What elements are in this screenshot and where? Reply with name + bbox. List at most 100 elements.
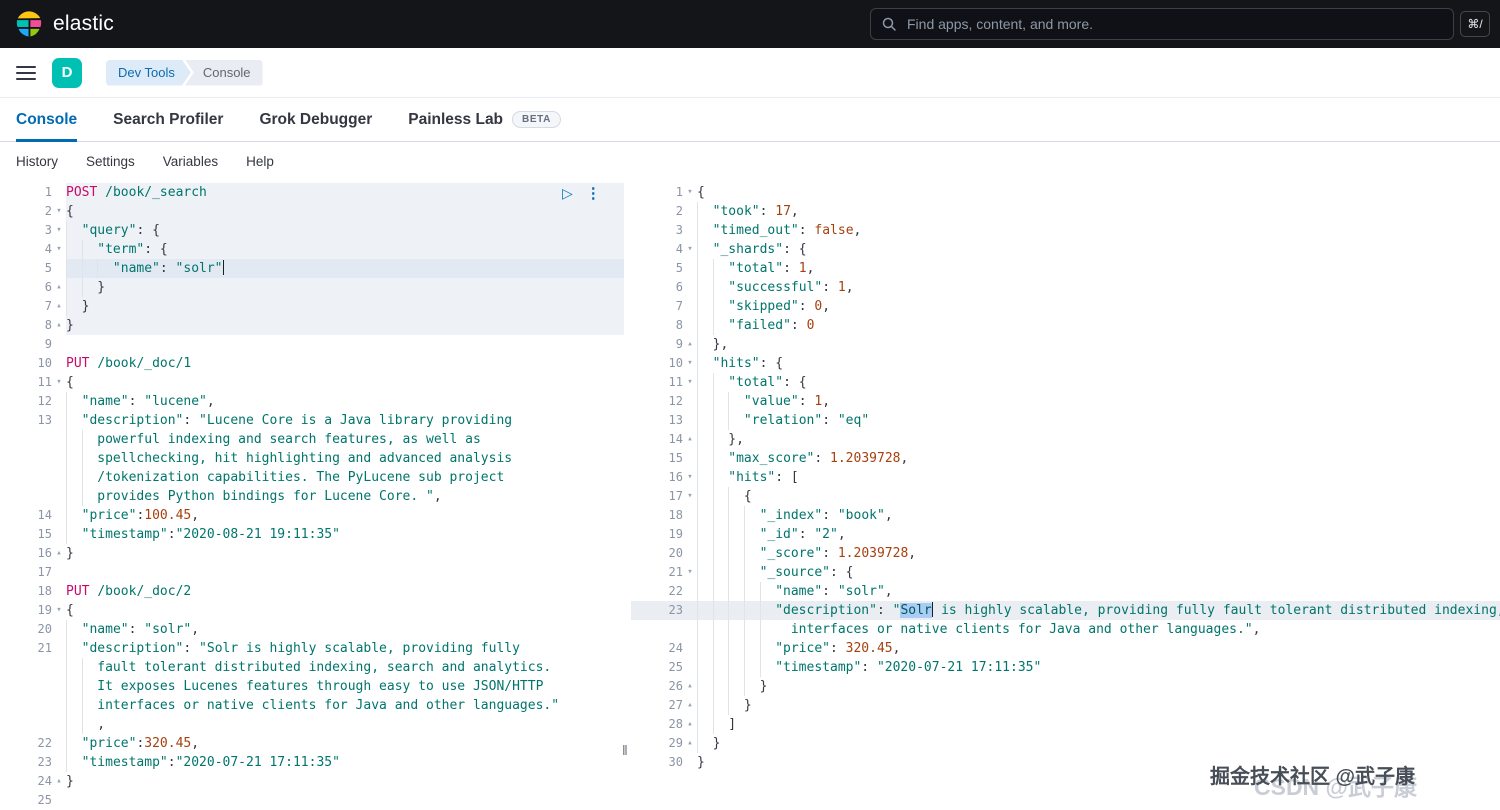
- code-text: {: [66, 601, 631, 620]
- tab-console[interactable]: Console: [16, 98, 77, 141]
- gutter-cell: 10▾: [631, 354, 697, 373]
- menu-icon[interactable]: [16, 66, 36, 80]
- split-drag-handle[interactable]: ‖: [622, 742, 628, 758]
- tab-painless-lab[interactable]: Painless Lab BETA: [408, 98, 561, 141]
- request-options-icon[interactable]: ⋮: [586, 184, 601, 202]
- send-request-icon[interactable]: ▷: [562, 185, 573, 202]
- gutter-cell: 14: [0, 506, 66, 525]
- fold-toggle-icon[interactable]: ▾: [52, 373, 66, 392]
- fold-toggle-icon[interactable]: ▴: [683, 430, 697, 449]
- line-number: 12: [669, 392, 683, 411]
- gutter-cell: 8▴: [0, 316, 66, 335]
- line-number: 1: [45, 183, 52, 202]
- indent-guide: [713, 544, 729, 563]
- tab-grok-debugger[interactable]: Grok Debugger: [259, 98, 372, 141]
- code-line: 12"name": "lucene",: [0, 392, 631, 411]
- indent-guide: [66, 297, 82, 316]
- indent-guide: [744, 544, 760, 563]
- search-input[interactable]: [905, 15, 1443, 33]
- fold-toggle-icon[interactable]: ▾: [683, 563, 697, 582]
- code-text: "term": {: [66, 240, 624, 259]
- fold-toggle-icon[interactable]: ▾: [683, 240, 697, 259]
- fold-toggle-icon[interactable]: ▾: [52, 240, 66, 259]
- gutter-cell: 23: [0, 753, 66, 772]
- gutter-cell: 22: [0, 734, 66, 753]
- indent-guide: [697, 240, 713, 259]
- menu-item-settings[interactable]: Settings: [86, 154, 135, 169]
- indent-guide: [697, 354, 713, 373]
- code-text: "took": 17,: [697, 202, 1500, 221]
- fold-toggle-icon[interactable]: ▾: [52, 221, 66, 240]
- menu-item-help[interactable]: Help: [246, 154, 274, 169]
- fold-toggle-icon[interactable]: ▾: [683, 468, 697, 487]
- gutter-cell: 21▾: [631, 563, 697, 582]
- code-text: }: [66, 544, 631, 563]
- fold-toggle-icon[interactable]: ▴: [52, 297, 66, 316]
- code-text: "successful": 1,: [697, 278, 1500, 297]
- response-editor[interactable]: 1▾{2"took": 17,3"timed_out": false,4▾"_s…: [631, 180, 1500, 810]
- fold-toggle-icon[interactable]: ▾: [683, 373, 697, 392]
- fold-toggle-icon[interactable]: ▾: [683, 354, 697, 373]
- fold-toggle-icon[interactable]: ▴: [683, 696, 697, 715]
- fold-toggle-icon[interactable]: ▾: [52, 601, 66, 620]
- tab-search-profiler[interactable]: Search Profiler: [113, 98, 223, 141]
- text-cursor: [223, 260, 225, 275]
- code-text: provides Python bindings for Lucene Core…: [66, 487, 631, 506]
- indent-guide: [728, 563, 744, 582]
- code-text: [66, 791, 631, 810]
- line-number: 6: [45, 278, 52, 297]
- code-text: "name": "solr",: [66, 620, 631, 639]
- code-token: :: [861, 660, 877, 675]
- indent-guide: [82, 468, 98, 487]
- indent-guide: [697, 715, 713, 734]
- line-number: 29: [669, 734, 683, 753]
- gutter-cell: 28▴: [631, 715, 697, 734]
- code-token: interfaces or native clients for Java an…: [97, 698, 559, 713]
- indent-guide: [728, 392, 744, 411]
- fold-toggle-icon[interactable]: ▾: [52, 202, 66, 221]
- code-line: 23"description": "Solr is highly scalabl…: [631, 601, 1500, 620]
- fold-toggle-icon[interactable]: ▴: [683, 734, 697, 753]
- request-editor[interactable]: 1POST /book/_search2▾{3▾"query": {4▾"ter…: [0, 180, 631, 810]
- line-number: 23: [38, 753, 52, 772]
- menu-item-variables[interactable]: Variables: [163, 154, 218, 169]
- code-token: :: [129, 622, 145, 637]
- fold-toggle-icon[interactable]: ▴: [683, 677, 697, 696]
- global-search-box[interactable]: [870, 8, 1454, 40]
- code-token: false: [814, 223, 853, 238]
- breadcrumb-dev-tools[interactable]: Dev Tools: [106, 60, 191, 86]
- indent-guide: [82, 240, 98, 259]
- indent-guide: [713, 525, 729, 544]
- fold-toggle-icon[interactable]: ▴: [52, 316, 66, 335]
- space-avatar[interactable]: D: [52, 58, 82, 88]
- fold-toggle-icon[interactable]: ▴: [683, 335, 697, 354]
- fold-toggle-icon[interactable]: ▴: [52, 772, 66, 791]
- gutter-cell: 14▴: [631, 430, 697, 449]
- fold-toggle-icon[interactable]: ▾: [683, 183, 697, 202]
- menu-item-history[interactable]: History: [16, 154, 58, 169]
- line-number: 18: [669, 506, 683, 525]
- indent-guide: [713, 278, 729, 297]
- line-number: 25: [38, 791, 52, 810]
- breadcrumb-console[interactable]: Console: [185, 60, 263, 86]
- code-token: "name": [113, 261, 160, 276]
- elastic-logo[interactable]: elastic: [14, 9, 114, 39]
- fold-toggle-icon[interactable]: ▴: [683, 715, 697, 734]
- indent-guide: [728, 582, 744, 601]
- indent-guide: [744, 620, 760, 639]
- gutter-cell: [0, 658, 66, 677]
- indent-guide: [697, 468, 713, 487]
- indent-guide: [744, 525, 760, 544]
- code-text: {: [66, 373, 631, 392]
- code-token: "Lucene Core is a Java library providing: [199, 413, 512, 428]
- line-number: 20: [669, 544, 683, 563]
- fold-toggle-icon[interactable]: ▴: [52, 544, 66, 563]
- code-token: "description": [82, 641, 184, 656]
- dev-tools-tabs: Console Search Profiler Grok Debugger Pa…: [0, 98, 1500, 142]
- fold-toggle-icon[interactable]: ▴: [52, 278, 66, 297]
- code-token: :: [160, 261, 176, 276]
- line-number: 14: [669, 430, 683, 449]
- fold-toggle-icon[interactable]: ▾: [683, 487, 697, 506]
- code-text: spellchecking, hit highlighting and adva…: [66, 449, 631, 468]
- code-token: ,: [822, 394, 830, 409]
